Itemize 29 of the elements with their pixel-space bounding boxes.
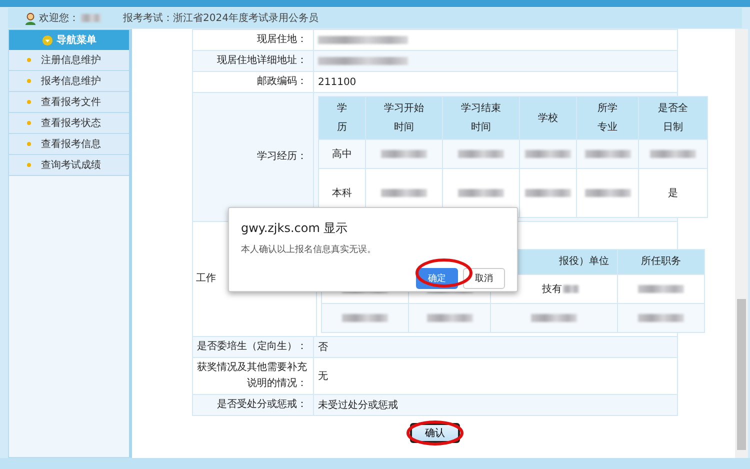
column-header: 学历 bbox=[337, 102, 347, 135]
sidebar-item[interactable]: 查看报考状态 bbox=[9, 113, 129, 134]
field-value: 无 bbox=[318, 370, 328, 383]
nav-menu-title: 导航菜单 bbox=[56, 33, 96, 47]
sidebar-item[interactable]: 报考信息维护 bbox=[9, 71, 129, 92]
field-value: 否 bbox=[318, 341, 328, 354]
field-label: 现居住地详细地址： bbox=[193, 51, 314, 71]
column-header: 报役）单位 bbox=[559, 256, 609, 267]
welcome-label: 欢迎您： bbox=[39, 12, 79, 25]
column-header: 学习开始时间 bbox=[384, 102, 424, 135]
column-header: 所任职务 bbox=[641, 256, 681, 267]
field-value: 211100 bbox=[318, 76, 356, 88]
field-value: 未受过处分或惩戒 bbox=[318, 398, 398, 412]
sidebar-item[interactable]: 注册信息维护 bbox=[9, 50, 129, 71]
table-cell-text: 技有 bbox=[542, 282, 562, 296]
column-header: 所学专业 bbox=[598, 102, 618, 135]
table-cell: 是 bbox=[668, 188, 678, 199]
column-header: 学校 bbox=[537, 112, 559, 126]
sidebar-item[interactable]: 查看报考文件 bbox=[9, 92, 129, 113]
cancel-button[interactable]: 取消 bbox=[463, 268, 505, 289]
column-header: 是否全日制 bbox=[658, 102, 688, 135]
exam-title: 报考考试：浙江省2024年度考试录用公务员 bbox=[123, 12, 318, 25]
table-cell: 高中 bbox=[332, 149, 352, 160]
field-label: 是否受处分或惩戒： bbox=[193, 395, 314, 415]
sidebar-item[interactable]: 查询考试成绩 bbox=[9, 155, 129, 176]
column-header: 学习结束时间 bbox=[461, 102, 501, 135]
table-cell: 本科 bbox=[332, 188, 352, 199]
sidebar-item[interactable]: 查看报考信息 bbox=[9, 134, 129, 155]
field-label: 是否委培生（定向生）： bbox=[193, 337, 314, 357]
